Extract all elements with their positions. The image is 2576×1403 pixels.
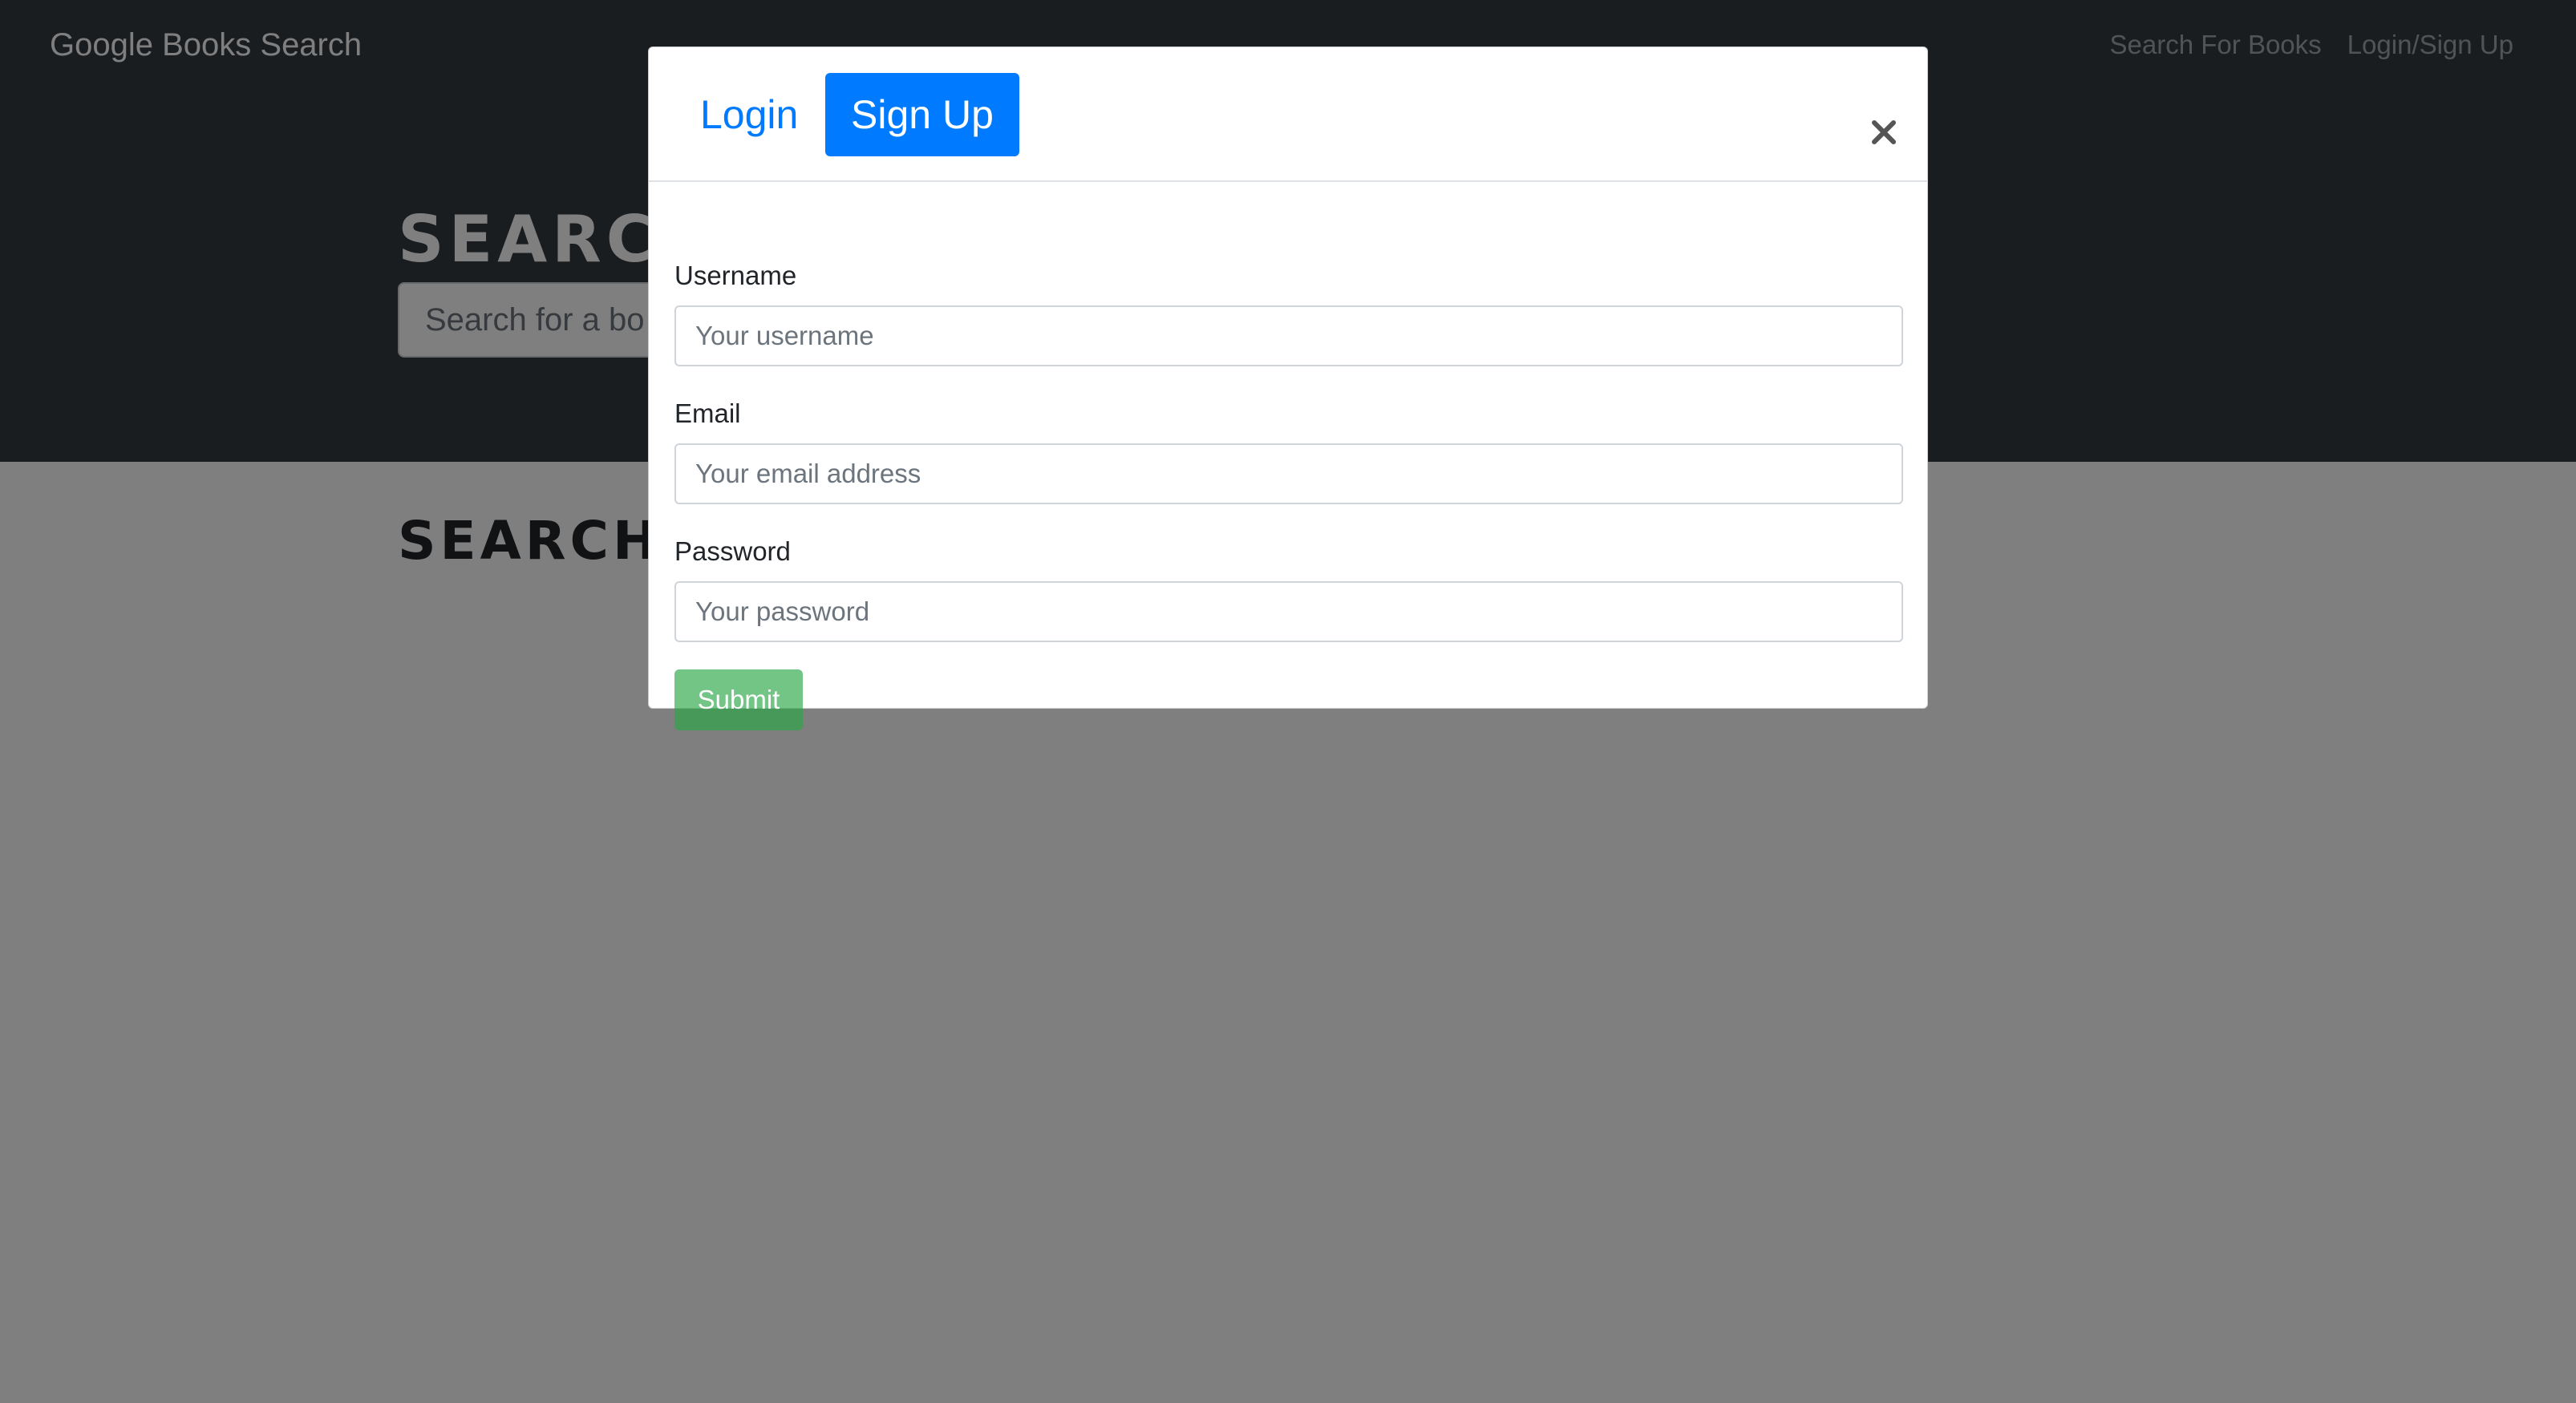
password-field[interactable] (674, 581, 1903, 642)
password-label: Password (674, 536, 791, 566)
username-field[interactable] (674, 305, 1903, 366)
submit-button[interactable]: Submit (674, 669, 803, 730)
email-label: Email (674, 398, 741, 428)
signup-modal: Login Sign Up Username Email Password Su… (648, 46, 1928, 730)
email-field[interactable] (674, 443, 1903, 504)
username-label: Username (674, 261, 797, 290)
tab-login[interactable]: Login (674, 73, 824, 156)
tab-signup[interactable]: Sign Up (825, 73, 1019, 156)
close-icon[interactable] (1868, 116, 1900, 148)
modal-header: Login Sign Up (649, 47, 1927, 182)
